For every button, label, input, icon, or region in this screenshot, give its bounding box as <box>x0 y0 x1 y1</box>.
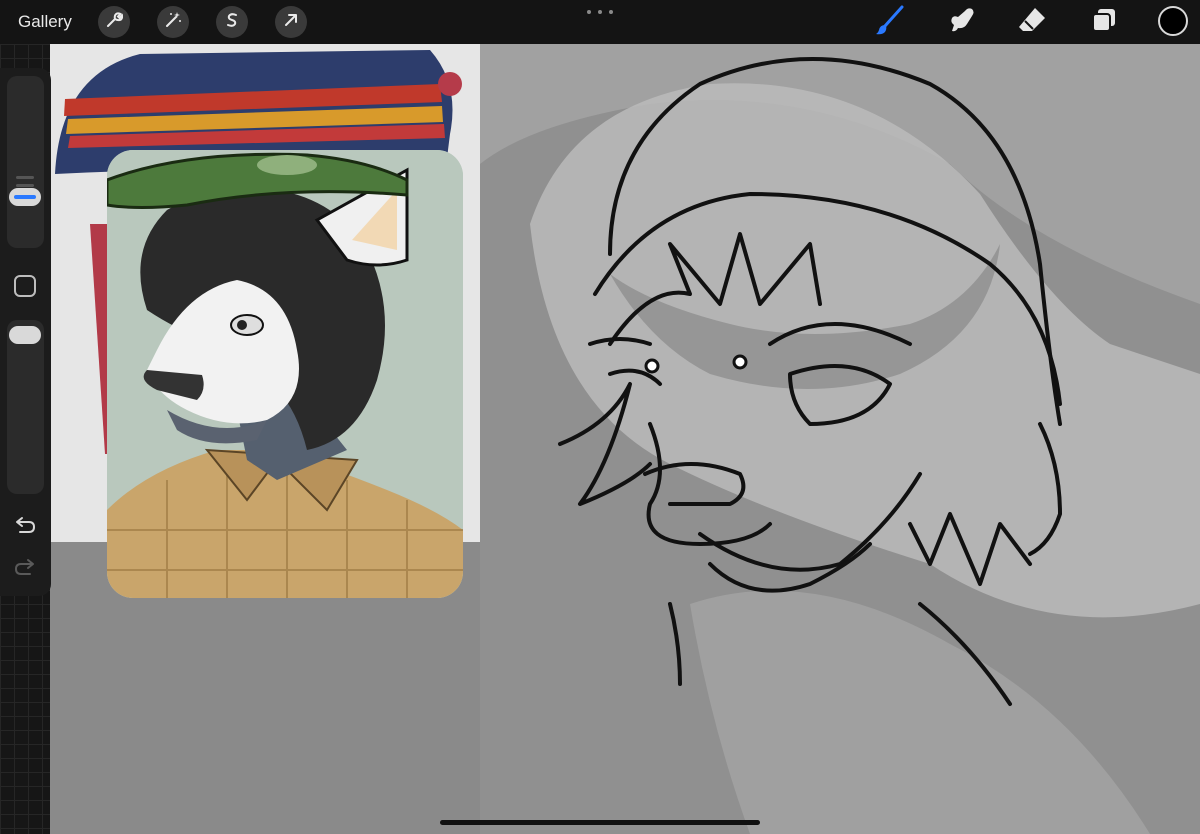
dot-icon <box>598 10 602 14</box>
transform-button[interactable] <box>275 6 307 38</box>
brush-size-thumb[interactable] <box>9 188 41 206</box>
selection-s-icon <box>223 11 241 34</box>
wrench-icon <box>105 11 124 34</box>
redo-icon <box>14 558 36 583</box>
left-sidebar <box>0 68 51 596</box>
layers-icon <box>1090 6 1118 39</box>
selection-button[interactable] <box>216 6 248 38</box>
dot-icon <box>587 10 591 14</box>
dot-icon <box>609 10 613 14</box>
magic-wand-icon <box>164 11 182 34</box>
brush-icon <box>874 4 906 41</box>
undo-button[interactable] <box>12 516 38 540</box>
home-indicator[interactable] <box>440 820 760 825</box>
top-toolbar: Gallery <box>0 0 1200 44</box>
brush-opacity-thumb[interactable] <box>9 326 41 344</box>
reference-image-panel[interactable] <box>107 150 463 598</box>
color-picker-button[interactable] <box>1158 6 1188 36</box>
eraser-icon <box>1017 5 1047 40</box>
adjustments-button[interactable] <box>157 6 189 38</box>
smudge-finger-icon <box>946 5 976 40</box>
smudge-tool-button[interactable] <box>943 4 979 40</box>
more-options-button[interactable] <box>587 5 613 19</box>
brush-tool-button[interactable] <box>872 4 908 40</box>
reference-image <box>107 150 463 598</box>
layers-button[interactable] <box>1086 4 1122 40</box>
modify-square-icon[interactable] <box>14 275 36 297</box>
arrow-cursor-icon <box>282 11 300 34</box>
gallery-button[interactable]: Gallery <box>18 10 72 34</box>
eraser-tool-button[interactable] <box>1014 4 1050 40</box>
redo-button[interactable] <box>12 558 38 582</box>
brush-size-slider[interactable] <box>7 76 44 248</box>
undo-icon <box>14 516 36 541</box>
brush-opacity-slider[interactable] <box>7 320 44 494</box>
actions-button[interactable] <box>98 6 130 38</box>
